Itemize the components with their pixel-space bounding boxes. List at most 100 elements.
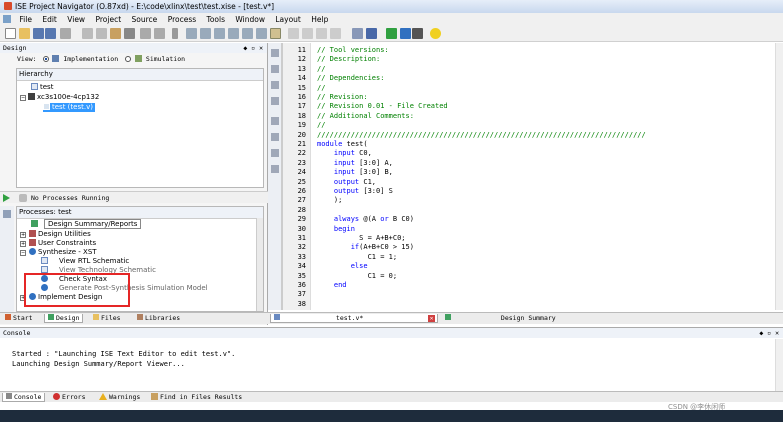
bookmark-icon[interactable] (242, 28, 253, 39)
menu-view[interactable]: View (63, 13, 89, 26)
console-scrollbar[interactable] (775, 339, 783, 391)
menu-window[interactable]: Window (231, 13, 269, 26)
tree-item-project[interactable]: test (31, 83, 53, 92)
code-line[interactable]: C1 = 1; (317, 253, 398, 261)
menu-help[interactable]: Help (307, 13, 332, 26)
code-line[interactable]: // Revision: (317, 93, 368, 101)
code-editor[interactable]: 11 12 13 14 15 16 17 18 19 20 21 22 23 24 25 26 27 28 29 30… (282, 43, 783, 310)
process-design-utilities[interactable]: + Design Utilities (20, 230, 91, 239)
open-folder-icon[interactable] (19, 28, 30, 39)
tab-console[interactable]: Console (2, 393, 46, 402)
code-line[interactable]: // Revision 0.01 - File Created (317, 102, 448, 110)
process-design-summary[interactable]: Design Summary/Reports (31, 219, 142, 229)
implementation-radio[interactable] (42, 56, 49, 62)
editor-tool-1-icon[interactable] (271, 49, 279, 57)
tab-errors[interactable]: Errors (50, 393, 88, 402)
run-process-icon[interactable] (3, 194, 10, 202)
tree-item-test-module[interactable]: test (test.v) (43, 103, 95, 112)
clear-bookmark-icon[interactable] (256, 28, 267, 39)
tab-start[interactable]: Start (2, 314, 36, 323)
tab-test-v[interactable]: test.v* ✕ (270, 314, 438, 323)
tab-design[interactable]: Design (44, 314, 84, 323)
cut-icon[interactable] (82, 28, 93, 39)
run-icon[interactable] (386, 28, 397, 39)
find-next-icon[interactable] (200, 28, 211, 39)
zoom-icon[interactable] (228, 28, 239, 39)
code-line[interactable]: // Tool versions: (317, 46, 389, 54)
close-tab-icon[interactable]: ✕ (428, 315, 435, 322)
menu-app-icon[interactable] (3, 15, 11, 23)
code-line[interactable]: output C1, (317, 178, 376, 186)
save-icon[interactable] (33, 28, 44, 39)
code-line[interactable]: // (317, 121, 325, 129)
tab-find-results[interactable]: Find in Files Results (148, 393, 245, 402)
expand-toggle-icon[interactable]: + (20, 241, 26, 247)
tab-design-summary[interactable]: Design Summary (442, 314, 610, 323)
process-view-rtl[interactable]: View RTL Schematic (41, 257, 129, 266)
rerun-icon[interactable] (400, 28, 411, 39)
layout-icon[interactable] (270, 28, 281, 39)
paste-icon[interactable] (110, 28, 121, 39)
more-icon[interactable] (172, 28, 178, 39)
code-line[interactable]: // (317, 65, 325, 73)
code-line[interactable]: input [3:0] A, (317, 159, 393, 167)
stop-icon[interactable] (412, 28, 423, 39)
console-panel-controls[interactable]: ◆ ▫ ✕ (759, 328, 779, 338)
window-minimize-icon[interactable] (316, 28, 327, 39)
editor-tool-6-icon[interactable] (271, 133, 279, 141)
undo-icon[interactable] (140, 28, 151, 39)
help-context-icon[interactable] (366, 28, 377, 39)
code-line[interactable]: S = A+B+C0; (317, 234, 405, 242)
code-line[interactable]: // Description: (317, 55, 380, 63)
editor-tool-7-icon[interactable] (271, 149, 279, 157)
collapse-toggle-icon[interactable]: − (20, 95, 26, 101)
collapse-toggle-icon[interactable]: − (20, 250, 26, 256)
tab-files[interactable]: Files (90, 314, 124, 323)
editor-tool-3-icon[interactable] (271, 81, 279, 89)
editor-tool-5-icon[interactable] (271, 117, 279, 125)
code-line[interactable]: ////////////////////////////////////////… (317, 131, 646, 139)
code-line[interactable]: always @(A or B C0) (317, 215, 414, 223)
new-file-icon[interactable] (5, 28, 16, 39)
save-all-icon[interactable] (45, 28, 56, 39)
redo-icon[interactable] (154, 28, 165, 39)
print-icon[interactable] (60, 28, 71, 39)
editor-tool-4-icon[interactable] (271, 97, 279, 105)
properties-icon[interactable] (352, 28, 363, 39)
code-line[interactable]: else (317, 262, 368, 270)
menu-project[interactable]: Project (91, 13, 125, 26)
expand-toggle-icon[interactable]: + (20, 232, 26, 238)
copy-icon[interactable] (96, 28, 107, 39)
code-line[interactable]: // (317, 84, 325, 92)
editor-tool-8-icon[interactable] (271, 165, 279, 173)
code-line[interactable]: C1 = 0; (317, 272, 398, 280)
menu-source[interactable]: Source (128, 13, 162, 26)
editor-scrollbar[interactable] (775, 43, 783, 310)
tab-warnings[interactable]: Warnings (96, 393, 143, 402)
code-line[interactable]: output [3:0] S (317, 187, 393, 195)
simulation-radio[interactable] (125, 56, 132, 62)
panel-controls[interactable]: ◆ ▫ ✕ (243, 43, 263, 53)
window-cascade-icon[interactable] (302, 28, 313, 39)
code-line[interactable]: begin (317, 225, 355, 233)
process-user-constraints[interactable]: + User Constraints (20, 239, 96, 248)
simulation-label[interactable]: Simulation (146, 55, 185, 63)
process-synthesize[interactable]: − Synthesize - XST (20, 248, 97, 257)
code-line[interactable]: // Additional Comments: (317, 112, 414, 120)
menu-edit[interactable]: Edit (38, 13, 61, 26)
code-line[interactable]: if(A+B+C0 > 15) (317, 243, 414, 251)
menu-tools[interactable]: Tools (203, 13, 229, 26)
code-line[interactable]: module test( (317, 140, 368, 148)
processes-toggle-icon[interactable] (3, 210, 11, 218)
find-icon[interactable] (186, 28, 197, 39)
code-line[interactable]: input C0, (317, 149, 372, 157)
menu-file[interactable]: File (15, 13, 36, 26)
window-split-icon[interactable] (330, 28, 341, 39)
code-line[interactable]: input [3:0] B, (317, 168, 393, 176)
menu-layout[interactable]: Layout (271, 13, 305, 26)
tree-item-device[interactable]: − xc3s100e-4cp132 (20, 93, 99, 102)
find-prev-icon[interactable] (214, 28, 225, 39)
implementation-label[interactable]: Implementation (63, 55, 118, 63)
tab-libraries[interactable]: Libraries (134, 314, 183, 323)
code-line[interactable]: // Dependencies: (317, 74, 384, 82)
